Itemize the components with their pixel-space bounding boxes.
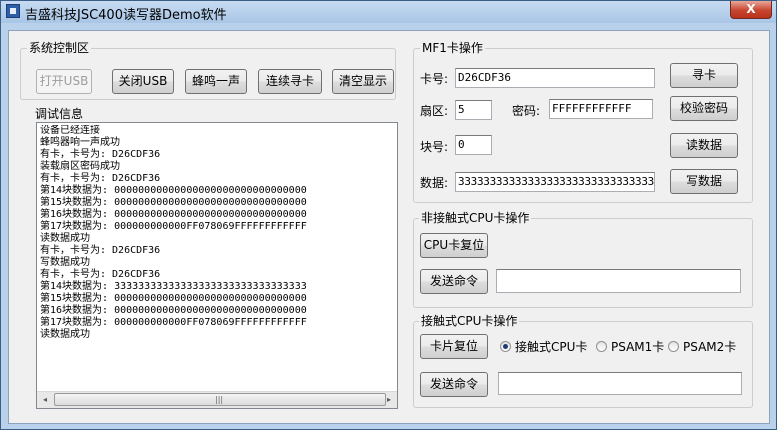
app-icon xyxy=(6,4,20,18)
radio-psam1[interactable] xyxy=(596,341,607,352)
contactless-command-input[interactable] xyxy=(496,269,741,293)
log-line: 读数据成功 xyxy=(40,233,90,244)
beep-button[interactable]: 蜂鸣一声 xyxy=(185,69,247,94)
data-label: 数据: xyxy=(420,176,449,190)
scroll-left-icon[interactable]: ◂ xyxy=(37,392,53,408)
card-number-label: 卡号: xyxy=(420,72,449,86)
log-line: 有卡，卡号为: D26CDF36 xyxy=(40,269,161,280)
clear-display-button[interactable]: 清空显示 xyxy=(332,69,394,94)
mf1-title: MF1卡操作 xyxy=(420,41,485,55)
password-label: 密码: xyxy=(512,104,541,118)
radio-psam2[interactable] xyxy=(668,341,679,352)
log-line: 第17块数据为: 000000000000FF078069FFFFFFFFFFF… xyxy=(40,221,307,232)
verify-password-button[interactable]: 校验密码 xyxy=(670,96,738,121)
contactless-cpu-group: 非接触式CPU卡操作 xyxy=(413,211,753,308)
log-line: 第16块数据为: 0000000000000000000000000000000… xyxy=(40,305,307,316)
read-data-button[interactable]: 读数据 xyxy=(670,133,738,158)
sector-field[interactable]: 5 xyxy=(455,100,492,120)
log-line: 设备已经连接 xyxy=(40,125,100,136)
sector-label: 扇区: xyxy=(420,104,449,118)
close-usb-button[interactable]: 关闭USB xyxy=(112,69,174,94)
log-line: 第14块数据为: 0000000000000000000000000000000… xyxy=(40,185,307,196)
contact-cpu-title: 接触式CPU卡操作 xyxy=(419,314,520,328)
client-area: 系统控制区 打开USB 关闭USB 蜂鸣一声 连续寻卡 清空显示 调试信息 设备… xyxy=(8,30,770,424)
data-field[interactable]: 33333333333333333333333333333333 xyxy=(455,172,655,192)
log-line: 有卡，卡号为: D26CDF36 xyxy=(40,173,161,184)
scroll-thumb[interactable]: ||| xyxy=(54,393,386,406)
contactless-cpu-title: 非接触式CPU卡操作 xyxy=(419,211,532,225)
title-bar[interactable]: 吉盛科技JSC400读写器Demo软件 X xyxy=(1,1,776,23)
system-control-title: 系统控制区 xyxy=(27,41,92,55)
radio-contact-cpu-label[interactable]: 接触式CPU卡 xyxy=(515,340,587,354)
log-line: 有卡，卡号为: D26CDF36 xyxy=(40,245,161,256)
contact-send-command-button[interactable]: 发送命令 xyxy=(420,372,488,397)
radio-contact-cpu[interactable] xyxy=(500,341,511,352)
radio-psam2-label[interactable]: PSAM2卡 xyxy=(683,340,736,354)
log-line: 写数据成功 xyxy=(40,257,90,268)
find-card-button[interactable]: 寻卡 xyxy=(670,63,738,88)
grip-icon: ||| xyxy=(215,395,224,404)
main-window: 吉盛科技JSC400读写器Demo软件 X 系统控制区 打开USB 关闭USB … xyxy=(0,0,777,430)
log-line: 第17块数据为: 000000000000FF078069FFFFFFFFFFF… xyxy=(40,317,307,328)
log-line: 装载扇区密码成功 xyxy=(40,161,120,172)
debug-log-lines: 设备已经连接 蜂鸣器响一声成功 有卡，卡号为: D26CDF36 装载扇区密码成… xyxy=(40,125,395,387)
log-line: 第16块数据为: 0000000000000000000000000000000… xyxy=(40,209,307,220)
log-line: 有卡，卡号为: D26CDF36 xyxy=(40,149,161,160)
continuous-find-button[interactable]: 连续寻卡 xyxy=(258,69,322,94)
close-button[interactable]: X xyxy=(730,1,772,19)
scroll-right-icon[interactable]: ▸ xyxy=(381,392,397,408)
debug-log[interactable]: 设备已经连接 蜂鸣器响一声成功 有卡，卡号为: D26CDF36 装载扇区密码成… xyxy=(36,122,398,409)
open-usb-button[interactable]: 打开USB xyxy=(36,69,92,94)
radio-psam1-label[interactable]: PSAM1卡 xyxy=(611,340,664,354)
log-line: 第15块数据为: 0000000000000000000000000000000… xyxy=(40,197,307,208)
block-label: 块号: xyxy=(420,140,449,154)
card-number-field[interactable]: D26CDF36 xyxy=(455,68,655,88)
debug-title: 调试信息 xyxy=(33,107,86,121)
cpu-card-reset-button[interactable]: CPU卡复位 xyxy=(420,233,488,258)
write-data-button[interactable]: 写数据 xyxy=(670,169,738,194)
horizontal-scrollbar[interactable]: ◂ ||| ▸ xyxy=(37,391,397,408)
window-title: 吉盛科技JSC400读写器Demo软件 xyxy=(25,8,227,23)
contact-command-input[interactable] xyxy=(498,372,742,395)
card-reset-button[interactable]: 卡片复位 xyxy=(420,334,488,359)
block-field[interactable]: 0 xyxy=(455,135,492,155)
log-line: 第14块数据为: 3333333333333333333333333333333… xyxy=(40,281,307,292)
log-line: 读数据成功 xyxy=(40,329,90,340)
password-field[interactable]: FFFFFFFFFFFF xyxy=(549,99,653,119)
contactless-send-command-button[interactable]: 发送命令 xyxy=(420,269,488,294)
log-line: 第15块数据为: 0000000000000000000000000000000… xyxy=(40,293,307,304)
log-line: 蜂鸣器响一声成功 xyxy=(40,137,120,148)
